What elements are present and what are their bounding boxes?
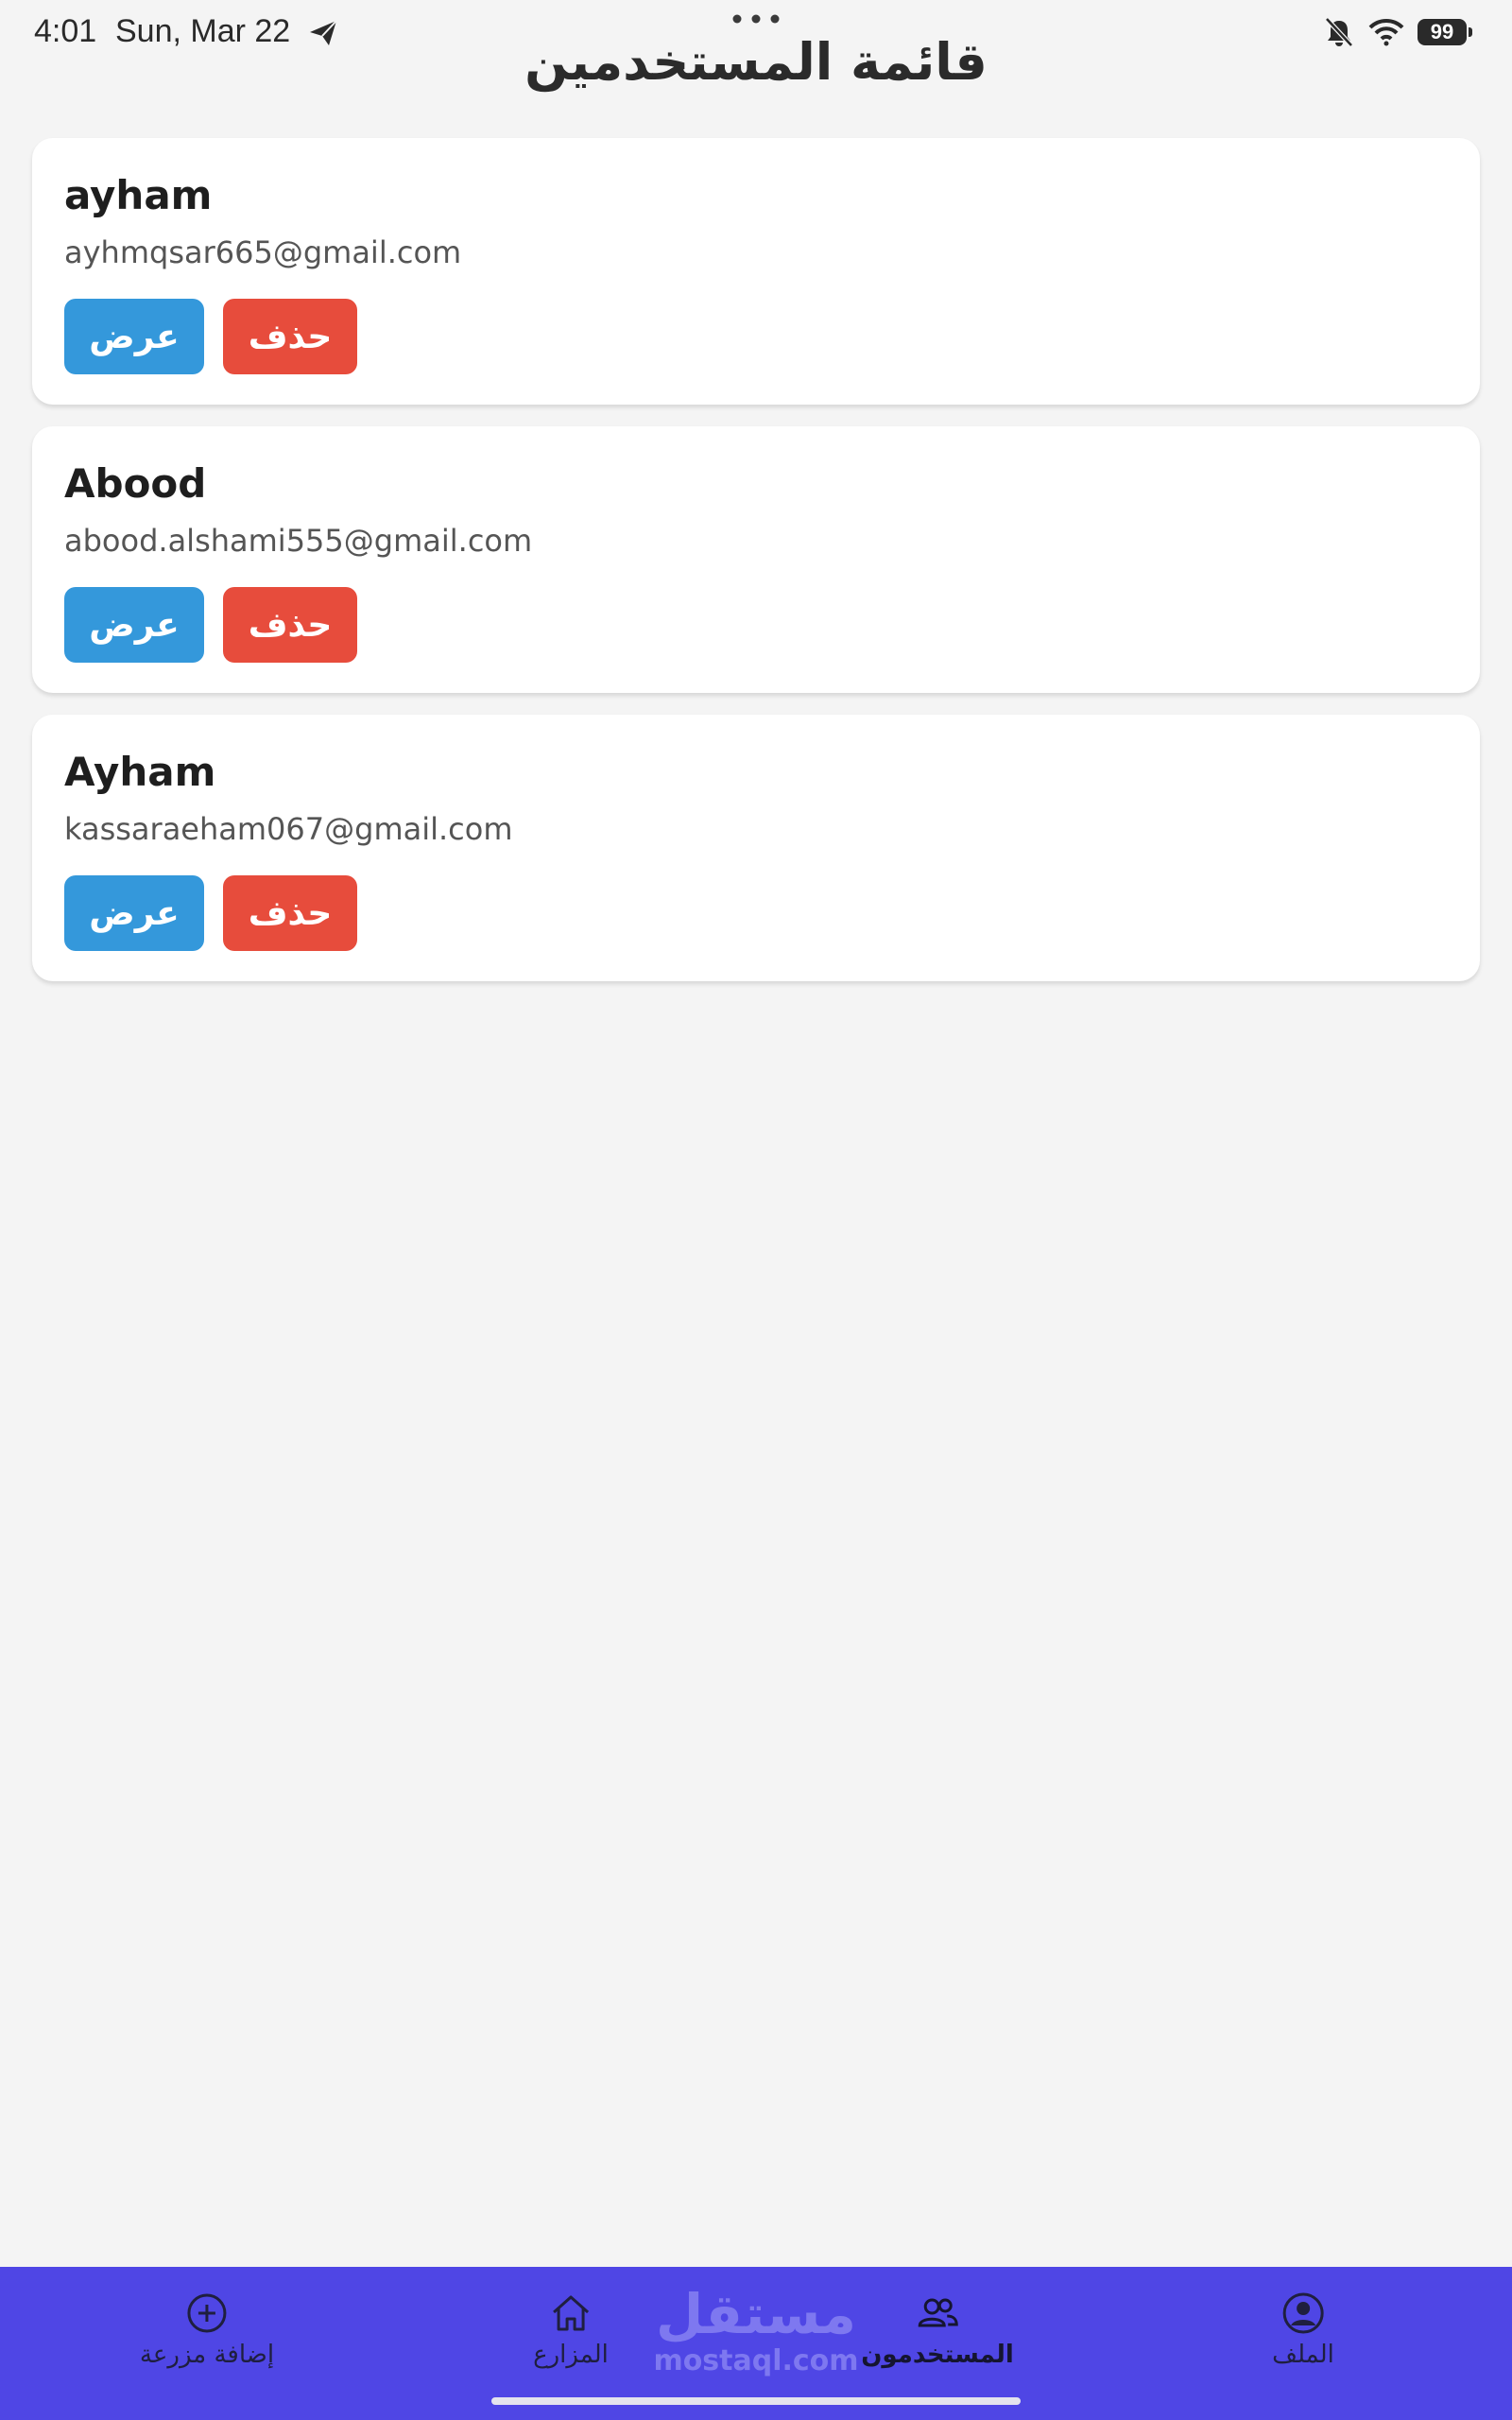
watermark-arabic: مستقل xyxy=(655,2282,857,2346)
user-email: kassaraeham067@gmail.com xyxy=(64,811,513,847)
watermark-latin: mostaql.com xyxy=(653,2344,859,2377)
nav-label-add-farm: إضافة مزرعة xyxy=(139,2341,275,2369)
nav-item-profile[interactable]: الملف xyxy=(1272,2290,1334,2369)
user-card: ayham ayhmqsar665@gmail.com عرض حذف xyxy=(32,138,1480,405)
user-list: ayham ayhmqsar665@gmail.com عرض حذف Aboo… xyxy=(32,138,1480,1003)
user-email: abood.alshami555@gmail.com xyxy=(64,523,533,559)
user-circle-icon xyxy=(1282,2292,1324,2334)
home-icon xyxy=(552,2295,589,2331)
user-card: Abood abood.alshami555@gmail.com عرض حذف xyxy=(32,426,1480,693)
nav-label-profile: الملف xyxy=(1272,2341,1334,2369)
nav-item-add-farm[interactable]: إضافة مزرعة xyxy=(140,2290,274,2369)
view-button[interactable]: عرض xyxy=(64,299,204,374)
card-actions: عرض حذف xyxy=(64,875,357,951)
delete-button[interactable]: حذف xyxy=(223,875,357,951)
nav-label-farms: المزارع xyxy=(533,2341,609,2369)
card-actions: عرض حذف xyxy=(64,587,357,663)
watermark: مستقل mostaql.com xyxy=(653,2284,858,2377)
delete-button[interactable]: حذف xyxy=(223,587,357,663)
view-button[interactable]: عرض xyxy=(64,587,204,663)
bottom-navigation: مستقل mostaql.com الملف المستخدمون المزا… xyxy=(0,2267,1512,2420)
user-name: Ayham xyxy=(64,749,216,795)
user-name: ayham xyxy=(64,172,213,218)
user-name: Abood xyxy=(64,460,207,507)
card-actions: عرض حذف xyxy=(64,299,357,374)
plus-circle-icon xyxy=(187,2293,227,2333)
users-icon xyxy=(918,2298,958,2327)
home-indicator[interactable] xyxy=(491,2397,1021,2405)
user-email: ayhmqsar665@gmail.com xyxy=(64,234,462,270)
page-title: قائمة المستخدمين xyxy=(524,32,988,92)
nav-item-users[interactable]: المستخدمون xyxy=(861,2290,1014,2369)
nav-item-farms[interactable]: المزارع xyxy=(533,2290,609,2369)
view-button[interactable]: عرض xyxy=(64,875,204,951)
delete-button[interactable]: حذف xyxy=(223,299,357,374)
more-dots-icon[interactable] xyxy=(730,9,782,28)
nav-label-users: المستخدمون xyxy=(861,2341,1014,2369)
user-card: Ayham kassaraeham067@gmail.com عرض حذف xyxy=(32,715,1480,981)
